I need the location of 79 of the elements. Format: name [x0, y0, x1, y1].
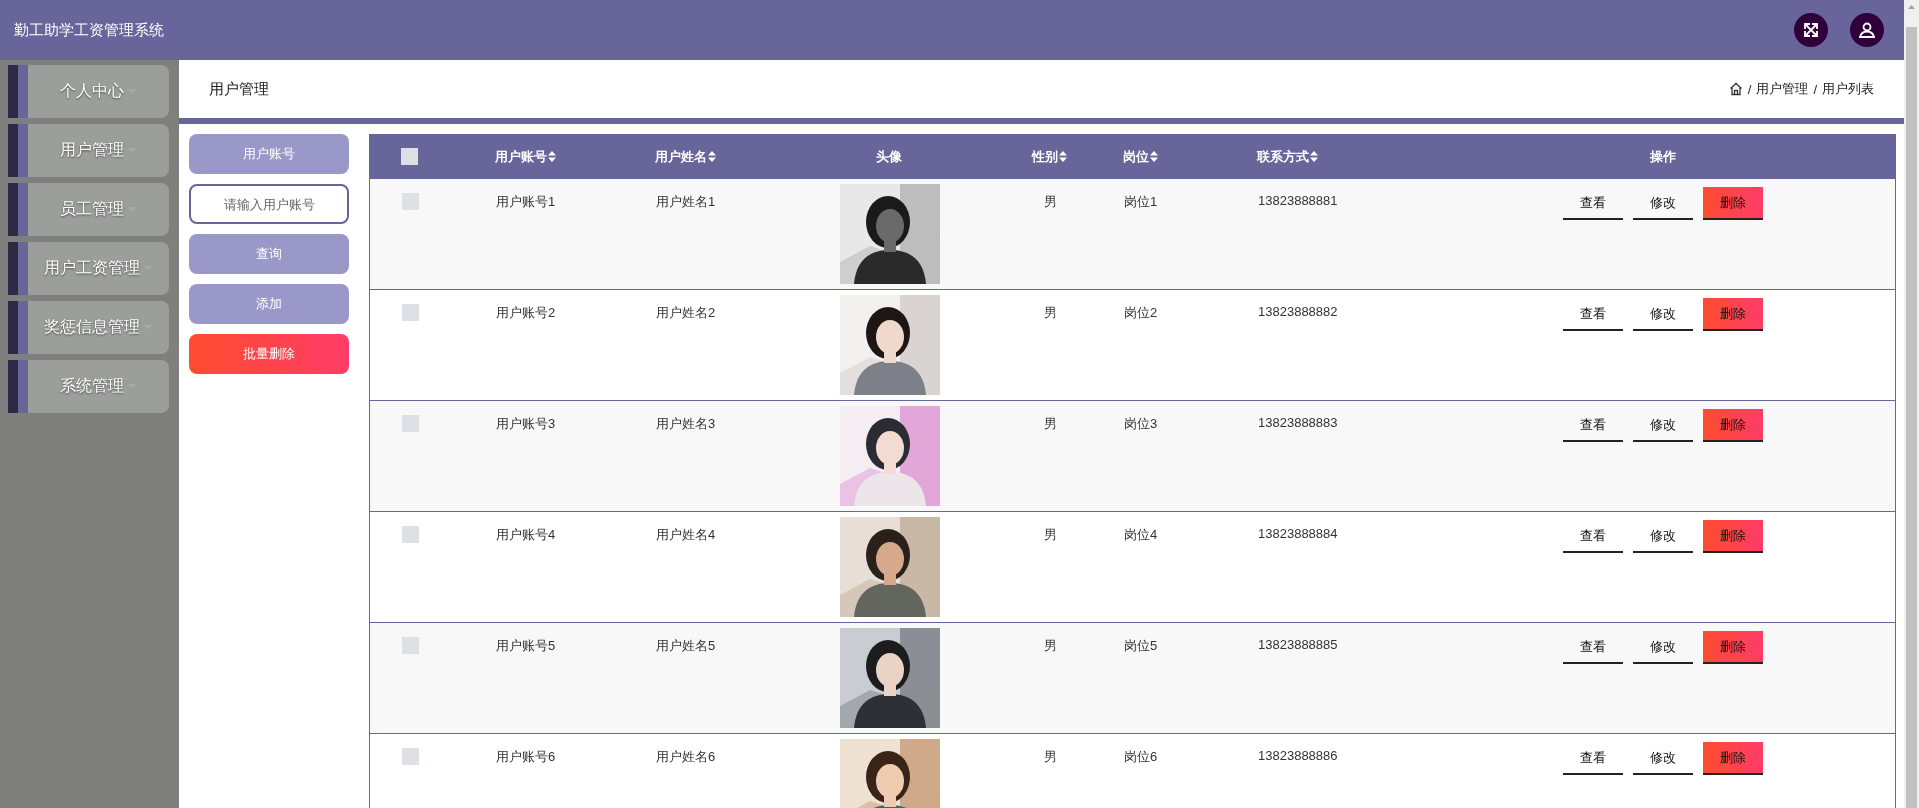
- breadcrumb-current: 用户列表: [1822, 80, 1874, 98]
- edit-button[interactable]: 修改: [1632, 742, 1693, 775]
- delete-button[interactable]: 删除: [1702, 409, 1763, 442]
- table-cell: 13823888885: [1258, 637, 1338, 652]
- sort-icon[interactable]: [1058, 151, 1067, 162]
- table-cell: 岗位4: [1124, 526, 1158, 544]
- user-icon[interactable]: [1850, 13, 1884, 47]
- edit-button[interactable]: 修改: [1632, 631, 1693, 664]
- table-cell: 岗位6: [1124, 748, 1158, 766]
- breadcrumb-separator: /: [1747, 81, 1752, 97]
- app-title: 勤工助学工资管理系统: [14, 20, 165, 40]
- table-cell: 用户姓名5: [656, 637, 716, 655]
- delete-button[interactable]: 批量删除: [189, 334, 349, 374]
- table-cell: 13823888883: [1258, 415, 1338, 430]
- table-cell: 用户姓名3: [656, 415, 716, 433]
- sort-icon[interactable]: [1150, 151, 1158, 162]
- column-header[interactable]: 用户姓名: [655, 147, 707, 166]
- view-button[interactable]: 查看: [1562, 187, 1623, 220]
- table-cell: 13823888882: [1258, 304, 1338, 319]
- column-header: 操作: [1649, 147, 1676, 166]
- breadcrumb-separator: /: [1813, 81, 1817, 97]
- table-cell: 用户账号6: [496, 748, 556, 766]
- table-cell: 13823888884: [1258, 526, 1338, 541]
- column-header[interactable]: 岗位: [1123, 147, 1149, 166]
- delete-button[interactable]: 删除: [1702, 187, 1763, 220]
- view-button[interactable]: 查看: [1562, 520, 1623, 553]
- checkbox[interactable]: [401, 304, 419, 321]
- table-cell: 岗位3: [1124, 415, 1158, 433]
- table-cell: 用户姓名4: [656, 526, 716, 544]
- delete-button[interactable]: 删除: [1702, 520, 1763, 553]
- edit-button[interactable]: 修改: [1632, 298, 1693, 331]
- table-cell: 男: [1043, 526, 1057, 544]
- checkbox[interactable]: [401, 193, 419, 210]
- column-header: 头像: [876, 147, 902, 166]
- column-header[interactable]: 联系方式: [1257, 147, 1309, 166]
- checkbox[interactable]: [401, 748, 419, 765]
- view-button[interactable]: 查看: [1562, 631, 1623, 664]
- table-cell: 用户账号2: [496, 304, 556, 322]
- view-button[interactable]: 查看: [1562, 298, 1623, 331]
- field-label: 用户账号: [189, 134, 349, 174]
- delete-button[interactable]: 删除: [1702, 298, 1763, 331]
- delete-button[interactable]: 删除: [1702, 742, 1763, 775]
- checkbox[interactable]: [401, 637, 419, 654]
- table-cell: 用户姓名2: [656, 304, 716, 322]
- edit-button[interactable]: 修改: [1632, 187, 1693, 220]
- table-cell: 13823888881: [1258, 193, 1338, 208]
- breadcrumb-link[interactable]: 用户管理: [1756, 80, 1809, 98]
- table-cell: 岗位5: [1124, 637, 1158, 655]
- delete-button[interactable]: 删除: [1702, 631, 1763, 664]
- table-cell: 男: [1043, 637, 1057, 655]
- table-cell: 男: [1043, 193, 1057, 211]
- table-cell: 用户账号1: [496, 193, 556, 211]
- column-header[interactable]: 用户账号: [495, 147, 547, 166]
- table-cell: 男: [1043, 748, 1057, 766]
- table-cell: 用户账号3: [496, 415, 556, 433]
- table-cell: 男: [1043, 415, 1057, 433]
- table-cell: 用户账号4: [496, 526, 556, 544]
- sort-icon[interactable]: [548, 151, 556, 162]
- view-button[interactable]: 查看: [1562, 409, 1623, 442]
- checkbox[interactable]: [401, 415, 419, 432]
- sort-icon[interactable]: [708, 151, 716, 162]
- column-header[interactable]: 性别: [1031, 147, 1058, 166]
- search-field[interactable]: 请输入用户账号: [189, 184, 349, 224]
- table-cell: 岗位2: [1124, 304, 1158, 322]
- checkbox[interactable]: [400, 148, 418, 165]
- table-cell: 用户姓名6: [656, 748, 716, 766]
- table-cell: 男: [1043, 304, 1057, 322]
- table-cell: 岗位1: [1124, 193, 1158, 211]
- home-icon[interactable]: [1728, 82, 1743, 96]
- page-title: 用户管理: [209, 79, 270, 99]
- sort-icon[interactable]: [1310, 151, 1318, 162]
- edit-button[interactable]: 修改: [1632, 409, 1693, 442]
- table-cell: 13823888886: [1258, 748, 1338, 763]
- checkbox[interactable]: [401, 526, 419, 543]
- fullscreen-icon[interactable]: [1794, 13, 1828, 47]
- edit-button[interactable]: 修改: [1632, 520, 1693, 553]
- view-button[interactable]: 查看: [1562, 742, 1623, 775]
- table-cell: 用户账号5: [496, 637, 556, 655]
- table-cell: 用户姓名1: [656, 193, 716, 211]
